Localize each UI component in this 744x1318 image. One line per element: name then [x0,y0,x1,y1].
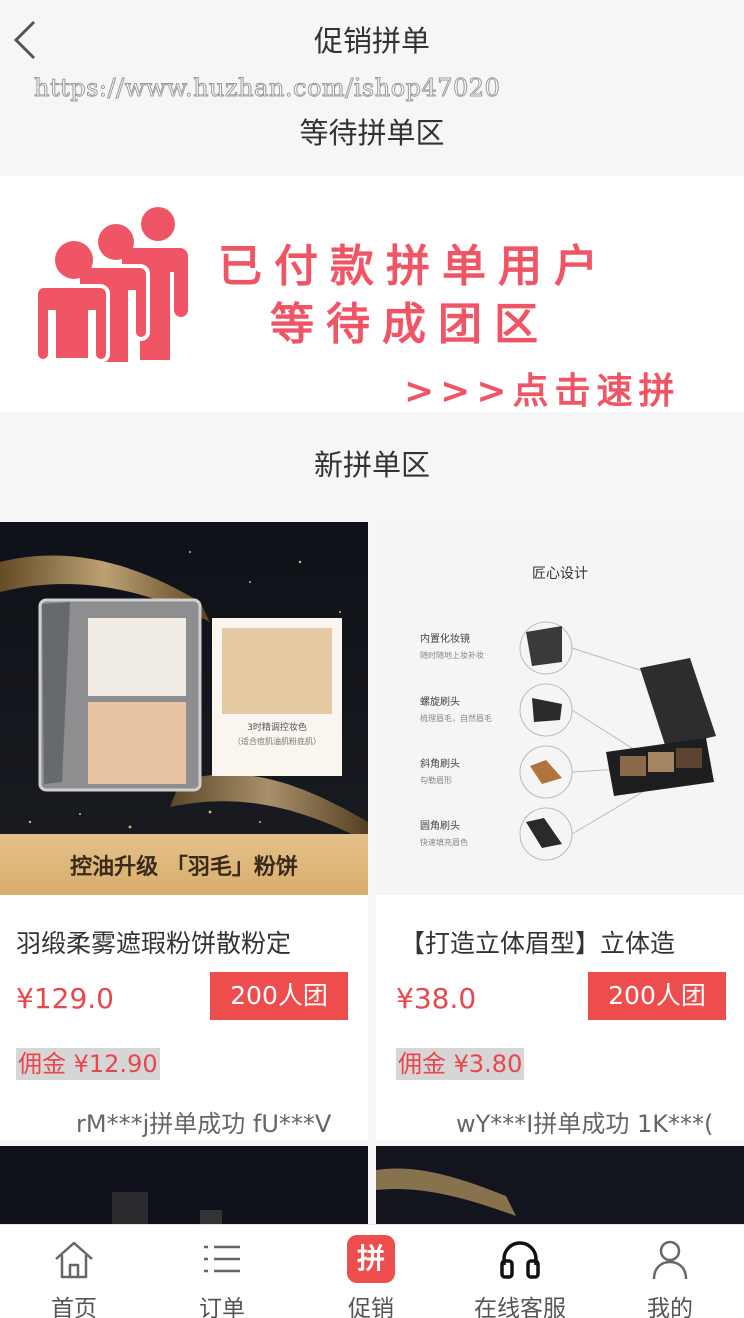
tab-profile[interactable]: 我的 [596,1225,744,1318]
feature-sub: 梳理眉毛，自然眉毛 [420,713,492,723]
product-image: 匠心设计 内置化妆镜 随时随地上妆补妆 螺旋刷头 梳理眉毛，自然眉毛 斜角刷头 … [376,522,744,895]
group-success-ticker: rM***j拼单成功 fU***V [76,1110,332,1138]
commission-tag: 佣金 ¥3.80 [396,1048,525,1080]
tab-home[interactable]: 首页 [0,1225,148,1318]
waiting-group-banner[interactable]: 已付款拼单用户 等待成团区 >>>点击速拼 [0,176,744,412]
inner-card-text: 3时精调控妆色 [247,721,307,733]
group-size-badge[interactable]: 200人团 [588,972,726,1020]
feature-label: 圆角刷头 [420,820,460,832]
product-image: 3时精调控妆色 （适合痘肌油肌粉底肌） 控油升级 「羽毛」粉饼 [0,522,368,895]
image-caption: 控油升级 「羽毛」粉饼 [70,854,298,880]
product-image-partial[interactable] [376,1146,744,1226]
bottom-tab-bar: 首页 订单 拼 促销 在线客服 我的 [0,1224,744,1318]
new-section-title: 新拼单区 [313,448,430,482]
top-bar: 促销拼单 [0,0,744,82]
tab-customer-service[interactable]: 在线客服 [446,1225,594,1318]
feature-label: 斜角刷头 [420,757,460,770]
home-icon [55,1241,93,1279]
group-success-ticker: wY***I拼单成功 1K***( [456,1110,714,1138]
product-name[interactable]: 羽缎柔雾遮瑕粉饼散粉定 [16,924,356,960]
tab-label: 订单 [199,1296,245,1318]
feature-label: 螺旋刷头 [420,695,460,708]
feature-sub: 快速填充眉色 [420,837,468,847]
tab-promotion[interactable]: 拼 促销 [297,1225,445,1318]
list-icon [204,1245,240,1273]
feature-sub: 随时随地上妆补妆 [420,650,484,660]
tab-label: 我的 [647,1296,693,1318]
commission-tag: 佣金 ¥12.90 [16,1048,160,1080]
group-size-badge[interactable]: 200人团 [210,972,348,1020]
inner-card-subtext: （适合痘肌油肌粉底肌） [233,736,321,746]
product-name[interactable]: 【打造立体眉型】立体造 [400,924,734,960]
tab-label: 促销 [348,1296,394,1318]
feature-label: 内置化妆镜 [420,632,470,645]
product-image-partial[interactable] [0,1146,368,1226]
product-price: ¥38.0 [396,982,477,1015]
banner-line-2: 等待成团区 [270,299,550,350]
image-title: 匠心设计 [532,566,588,582]
waiting-section-title: 等待拼单区 [299,116,445,150]
tab-label: 在线客服 [474,1296,566,1318]
product-price: ¥129.0 [16,982,114,1015]
headset-icon [500,1241,540,1279]
feature-sub: 勾勒眉形 [420,775,452,785]
banner-cta: >>>点击速拼 [404,371,681,412]
user-icon [652,1240,688,1280]
tab-label: 首页 [51,1296,97,1318]
page-title: 促销拼单 [313,24,430,58]
tab-orders[interactable]: 订单 [148,1225,296,1318]
pin-badge-icon: 拼 [347,1235,395,1283]
banner-line-1: 已付款拼单用户 [218,241,610,292]
watermark-url: https://www.huzhan.com/ishop47020 [33,74,501,103]
group-people-icon [34,207,188,366]
